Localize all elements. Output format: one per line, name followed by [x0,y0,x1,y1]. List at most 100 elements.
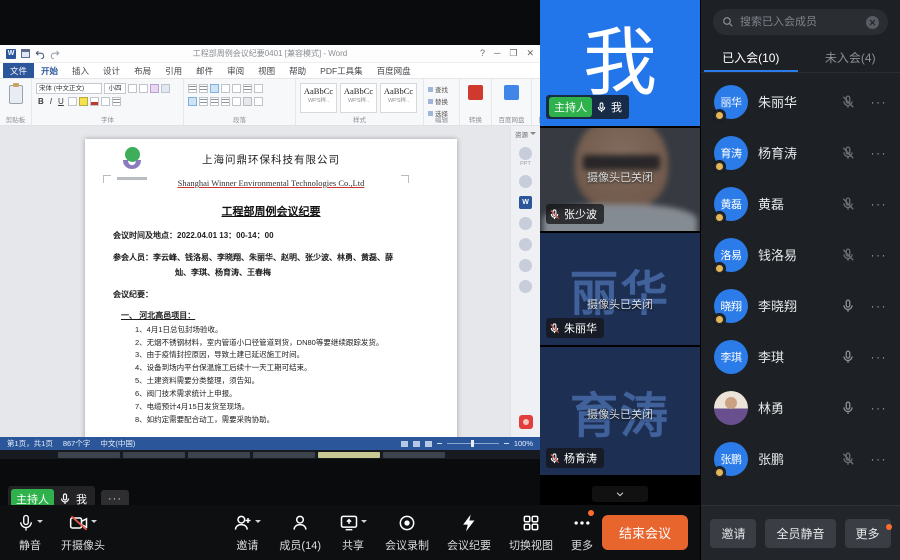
multilevel-list-icon[interactable] [210,84,219,93]
web-layout-icon[interactable] [425,441,432,447]
phonetic-icon[interactable] [161,84,170,93]
char-border-icon[interactable] [101,97,110,106]
end-meeting-button[interactable]: 结束会议 [602,515,688,550]
show-marks-icon[interactable] [254,84,263,93]
tab-not-joined[interactable]: 未入会(4) [801,42,900,72]
zoom-in-icon[interactable] [504,443,509,444]
member-row[interactable]: 丽华 朱丽华 ··· [701,76,900,127]
font-size-select[interactable]: 小四 [104,83,126,94]
grow-font-icon[interactable] [128,84,137,93]
justify-icon[interactable] [221,97,230,106]
strip-scroll-down-button[interactable] [592,486,648,502]
meeting-notes-button[interactable]: 会议纪要 [438,513,500,553]
tab-pdf-tools[interactable]: PDF工具集 [313,63,370,78]
mic-muted-icon[interactable] [841,452,855,466]
member-row[interactable]: 晓翔 李晓翔 ··· [701,280,900,331]
mic-muted-icon[interactable] [841,95,855,109]
member-more-button[interactable]: ··· [871,197,888,211]
borders-icon[interactable] [254,97,263,106]
invite-button[interactable]: 邀请 [710,519,756,548]
mic-muted-icon[interactable] [841,146,855,160]
rail-tool-icon[interactable] [519,259,532,272]
underline-button[interactable]: U [56,98,66,106]
tab-baidu-pan[interactable]: 百度网盘 [370,63,418,78]
replace-button[interactable]: 替换 [428,96,455,106]
rail-word-icon[interactable]: W [519,196,532,209]
shrink-font-icon[interactable] [139,84,148,93]
tab-help[interactable]: 帮助 [282,63,313,78]
rail-resources-button[interactable]: 资源 [515,129,536,139]
tab-view[interactable]: 视图 [251,63,282,78]
member-row[interactable]: 李琪 李琪 ··· [701,331,900,382]
panel-more-button[interactable]: 更多 [845,519,891,548]
tab-review[interactable]: 审阅 [220,63,251,78]
increase-indent-icon[interactable] [232,84,241,93]
align-right-icon[interactable] [210,97,219,106]
style-card[interactable]: AaBbCc WPS样.. [340,83,377,113]
bullets-icon[interactable] [188,84,197,93]
video-tile[interactable]: 育涛 摄像头已关闭 杨育涛 [540,347,700,475]
mic-icon[interactable] [841,350,855,364]
tab-design[interactable]: 设计 [96,63,127,78]
language-indicator[interactable]: 中文(中国) [100,438,135,449]
mic-muted-icon[interactable] [841,197,855,211]
tab-file[interactable]: 文件 [3,63,34,78]
style-card[interactable]: AaBbCc WPS样.. [300,83,337,113]
rail-tool-icon[interactable] [519,217,532,230]
search-box[interactable] [713,9,888,35]
record-button[interactable]: 会议录制 [376,513,438,553]
word-count[interactable]: 867个字 [63,438,91,449]
font-color-icon[interactable] [90,97,99,106]
tab-home[interactable]: 开始 [34,63,65,78]
member-list[interactable]: 丽华 朱丽华 ··· 育涛 杨育涛 ··· 黄磊 黄磊 ··· 洛易 钱洛易 [701,73,900,505]
italic-button[interactable]: I [48,98,54,106]
member-more-button[interactable]: ··· [871,146,888,160]
member-more-button[interactable]: ··· [871,299,888,313]
member-row[interactable]: 洛易 钱洛易 ··· [701,229,900,280]
member-row[interactable]: 黄磊 黄磊 ··· [701,178,900,229]
save-icon[interactable] [21,49,30,58]
pdf-convert-icon[interactable] [468,85,483,100]
member-row[interactable]: 育涛 杨育涛 ··· [701,127,900,178]
chevron-down-icon[interactable] [361,520,367,526]
invite-button[interactable]: 邀请 [224,513,270,553]
member-more-button[interactable]: ··· [871,401,888,415]
tab-insert[interactable]: 插入 [65,63,96,78]
print-layout-icon[interactable] [413,441,420,447]
rail-tool-icon[interactable] [519,280,532,293]
rail-pin-icon[interactable] [519,415,533,429]
find-button[interactable]: 查找 [428,84,455,94]
member-more-button[interactable]: ··· [871,350,888,364]
clear-search-icon[interactable] [866,16,879,29]
bold-button[interactable]: B [36,98,46,106]
decrease-indent-icon[interactable] [221,84,230,93]
strikethrough-icon[interactable] [68,97,77,106]
restore-icon[interactable]: ❐ [509,48,517,59]
read-mode-icon[interactable] [401,441,408,447]
paste-icon[interactable] [9,85,23,104]
tab-layout[interactable]: 布局 [127,63,158,78]
member-more-button[interactable]: ··· [871,452,888,466]
sort-icon[interactable] [243,84,252,93]
baidu-pan-icon[interactable] [504,85,519,100]
font-name-select[interactable]: 宋体 (中文正文) [36,83,102,94]
style-card[interactable]: AaBbCc WPS样.. [380,83,417,113]
rail-tool-icon[interactable] [519,175,532,188]
line-spacing-icon[interactable] [232,97,241,106]
video-tile[interactable]: 摄像头已关闭 张少波 [540,128,700,231]
search-input[interactable] [740,16,860,28]
undo-icon[interactable] [35,49,45,59]
redo-icon[interactable] [50,49,60,59]
member-row[interactable]: 林勇 ··· [701,382,900,433]
mic-muted-icon[interactable] [841,248,855,262]
rail-tool-icon[interactable] [519,238,532,251]
chevron-down-icon[interactable] [37,520,43,526]
document-page[interactable]: 上海问鼎环保科技有限公司 Shanghai Winner Environment… [85,139,457,437]
zoom-slider-thumb[interactable] [471,440,474,447]
zoom-level[interactable]: 100% [514,439,533,448]
highlight-color-icon[interactable] [79,97,88,106]
tab-mailings[interactable]: 邮件 [189,63,220,78]
rail-ppt-icon[interactable] [519,147,532,160]
switch-view-button[interactable]: 切换视图 [500,513,562,553]
tab-joined[interactable]: 已入会(10) [701,42,801,72]
